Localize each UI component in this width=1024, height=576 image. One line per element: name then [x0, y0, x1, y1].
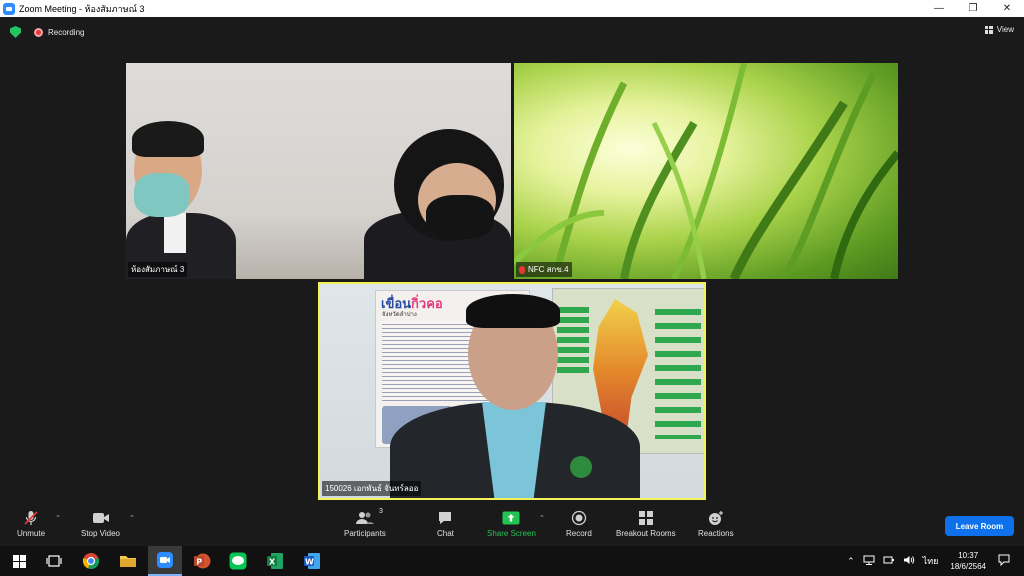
breakout-rooms-button[interactable]: Breakout Rooms [616, 510, 676, 538]
view-button[interactable]: View [984, 25, 1014, 34]
powerpoint-icon[interactable]: P [192, 551, 212, 571]
word-icon[interactable]: W [302, 551, 322, 571]
man-collar [164, 213, 186, 253]
video-tile-nfc[interactable]: NFC สกข.4 [514, 63, 898, 279]
input-language[interactable]: ไทย [923, 554, 939, 568]
jacket-logo [570, 456, 592, 478]
task-view-icon[interactable] [44, 551, 64, 571]
video-tile-room[interactable]: ห้องสัมภาษณ์ 3 [126, 63, 511, 279]
map-legend [557, 307, 589, 377]
tile-name-label: 150026 เอกพันธ์ จันทร์ลออ [322, 481, 422, 496]
window-titlebar: Zoom Meeting - ห้องสัมภาษณ์ 3 — ❐ ✕ [0, 0, 1024, 17]
grid-view-icon [984, 25, 993, 34]
zoom-taskbar-icon[interactable] [148, 546, 182, 576]
grass-background [514, 63, 898, 279]
share-options-chevron-icon[interactable]: ⌃ [539, 514, 545, 522]
tile-name-label: ห้องสัมภาษณ์ 3 [128, 262, 188, 277]
view-label: View [996, 25, 1014, 34]
taskbar-clock[interactable]: 10:37 18/6/2564 [950, 550, 986, 572]
network-icon[interactable] [863, 555, 875, 567]
muted-mic-icon [519, 265, 525, 274]
stop-video-button[interactable]: Stop Video [81, 510, 120, 538]
notification-icon[interactable] [998, 554, 1010, 568]
zoom-app-icon [3, 2, 15, 15]
video-tile-active-speaker[interactable]: เขื่อนกิ่วคอ จังหวัดลำปาง 150026 เอกพันธ… [318, 282, 706, 500]
minimize-button[interactable]: — [922, 0, 956, 17]
excel-icon[interactable]: X [265, 551, 285, 571]
svg-text:X: X [269, 557, 276, 566]
woman-face-mask [426, 195, 494, 239]
share-screen-button[interactable]: Share Screen [487, 510, 536, 538]
close-button[interactable]: ✕ [990, 0, 1024, 17]
svg-text:P: P [196, 557, 202, 566]
windows-taskbar: P X W ⌃ ไทย 10:37 18/6/2564 [0, 546, 1024, 576]
man-hair [132, 121, 204, 157]
chat-bubble-icon [437, 510, 453, 526]
record-icon [571, 510, 587, 526]
map-callouts [655, 309, 701, 439]
volume-icon[interactable] [903, 555, 915, 567]
participants-button[interactable]: 3 Participants [344, 508, 386, 538]
participants-count: 3 [378, 508, 383, 515]
chat-button[interactable]: Chat [437, 510, 454, 538]
zoom-window: Zoom Meeting - ห้องสัมภาษณ์ 3 — ❐ ✕ Reco… [0, 0, 1024, 576]
share-screen-icon [502, 510, 520, 526]
meeting-topbar: Recording View [0, 17, 1024, 47]
chrome-icon[interactable] [81, 551, 101, 571]
encryption-shield-icon[interactable] [10, 26, 21, 38]
video-options-chevron-icon[interactable]: ⌃ [129, 514, 135, 522]
reactions-button[interactable]: Reactions [698, 510, 734, 538]
breakout-rooms-icon [638, 510, 654, 526]
leave-room-button[interactable]: Leave Room [945, 516, 1014, 536]
maximize-button[interactable]: ❐ [956, 0, 990, 17]
video-camera-icon [92, 510, 110, 526]
system-tray: ⌃ ไทย 10:37 18/6/2564 [843, 546, 1024, 576]
meeting-toolbar: Unmute ⌃ Stop Video ⌃ 3 Participants Cha… [0, 505, 1024, 545]
windows-start-icon[interactable] [9, 551, 29, 571]
speaker-hair [466, 294, 560, 328]
man-face-mask [134, 173, 190, 217]
poster-subtitle: จังหวัดลำปาง [382, 312, 417, 318]
smiley-plus-icon [707, 510, 725, 526]
audio-options-chevron-icon[interactable]: ⌃ [55, 514, 61, 522]
participants-icon: 3 [355, 508, 383, 526]
unmute-button[interactable]: Unmute [17, 510, 45, 538]
tray-overflow-chevron-icon[interactable]: ⌃ [847, 556, 855, 567]
file-explorer-icon[interactable] [118, 551, 138, 571]
svg-text:W: W [305, 557, 314, 566]
recording-label: Recording [48, 27, 85, 37]
muted-mic-icon [23, 510, 39, 526]
recording-icon [34, 27, 43, 37]
line-app-icon[interactable] [228, 551, 248, 571]
record-button[interactable]: Record [566, 510, 592, 538]
device-icon[interactable] [883, 555, 895, 567]
window-title: Zoom Meeting - ห้องสัมภาษณ์ 3 [19, 3, 145, 14]
tile-name-label: NFC สกข.4 [516, 262, 572, 277]
